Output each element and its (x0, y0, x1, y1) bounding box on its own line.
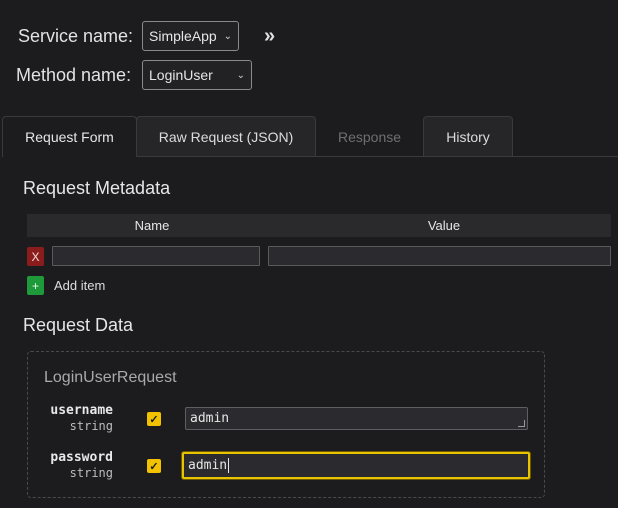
password-field-type: string (69, 466, 113, 480)
password-checkbox[interactable]: ✓ (147, 459, 161, 473)
username-field-name: username (50, 403, 113, 418)
method-name-label: Method name: (16, 65, 132, 85)
service-name-select[interactable]: SimpleApp ⌄ (142, 21, 239, 51)
expand-button[interactable]: » (264, 25, 275, 48)
add-item-button[interactable]: + (27, 276, 44, 295)
metadata-value-input[interactable] (268, 246, 611, 266)
service-name-value: SimpleApp (149, 28, 217, 44)
password-input[interactable]: admin (182, 452, 530, 479)
metadata-table-header: Name Value (27, 214, 611, 237)
username-checkbox[interactable]: ✓ (147, 412, 161, 426)
password-field-name: password (50, 450, 113, 465)
method-name-value: LoginUser (149, 67, 213, 83)
tab-raw-request[interactable]: Raw Request (JSON) (136, 116, 316, 157)
username-input[interactable]: admin (185, 407, 528, 430)
column-value-header: Value (427, 218, 461, 233)
service-name-label: Service name: (18, 26, 134, 46)
chevron-down-icon: ⌄ (236, 69, 245, 81)
metadata-name-input[interactable] (52, 246, 260, 266)
message-type-name: LoginUserRequest (44, 369, 177, 386)
text-caret (228, 458, 230, 473)
tab-history[interactable]: History (423, 116, 513, 157)
resize-grip-icon[interactable] (518, 420, 525, 427)
metadata-title: Request Metadata (23, 178, 171, 198)
remove-row-button[interactable]: X (27, 247, 44, 266)
chevron-down-icon: ⌄ (223, 30, 232, 42)
username-field-type: string (69, 419, 113, 433)
tab-response: Response (316, 116, 423, 157)
column-name-header: Name (134, 218, 170, 233)
password-value: admin (188, 458, 228, 473)
method-name-select[interactable]: LoginUser ⌄ (142, 60, 252, 90)
request-data-title: Request Data (23, 315, 134, 335)
tab-request-form[interactable]: Request Form (2, 116, 137, 157)
username-value: admin (190, 411, 230, 426)
add-item-label[interactable]: Add item (54, 278, 105, 293)
tab-divider (137, 156, 618, 157)
